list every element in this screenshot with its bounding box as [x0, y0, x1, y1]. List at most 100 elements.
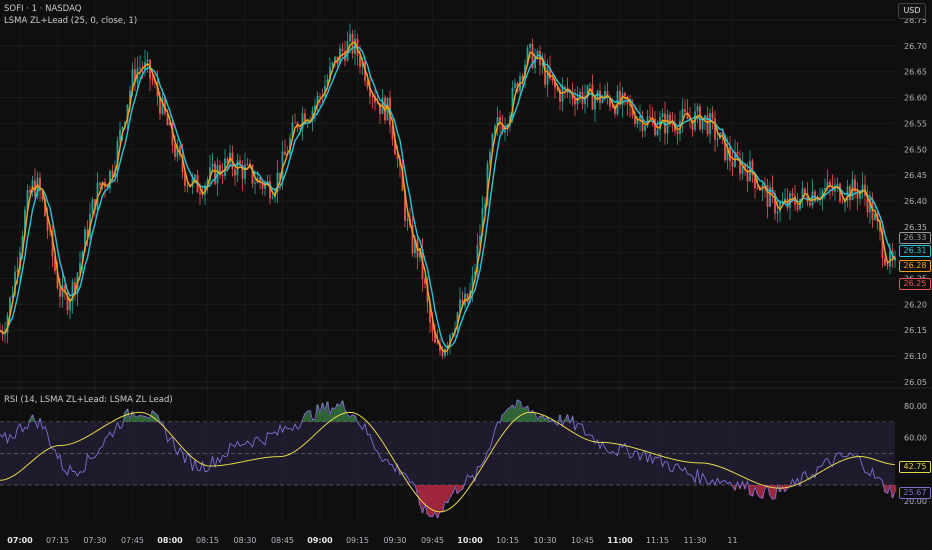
y-tick-label: 26.50 [904, 145, 927, 154]
y-tick-label: 26.60 [904, 94, 927, 103]
y-tick-label: 26.15 [904, 326, 927, 335]
currency-button[interactable]: USD [898, 3, 926, 19]
candle-body [214, 163, 216, 184]
candle-body [406, 218, 409, 221]
candle-body [594, 98, 596, 110]
x-tick-label: 07:30 [83, 536, 106, 545]
candle-body [441, 350, 444, 356]
candle-body [221, 174, 224, 177]
x-tick-label: 10:30 [533, 536, 556, 545]
candle-body [644, 125, 646, 131]
x-tick-label: 11:15 [646, 536, 669, 545]
candle-body [174, 144, 176, 157]
x-tick-label: 10:00 [457, 536, 483, 545]
candle-body [91, 199, 94, 214]
candle-body [731, 161, 734, 167]
x-tick-label: 09:30 [383, 536, 406, 545]
y-tick-label: 26.45 [904, 171, 927, 180]
candle-body [701, 118, 704, 130]
y-tick-label: 26.55 [904, 119, 927, 128]
y-tick-label: 26.70 [904, 42, 927, 51]
candle-body [319, 95, 321, 97]
candle-body [561, 87, 564, 102]
candle-body [29, 189, 31, 193]
y-tick-label: 26.20 [904, 300, 927, 309]
candle-body [776, 211, 779, 214]
candle-body [371, 96, 374, 98]
rsi-legend[interactable]: RSI (14, LSMA ZL+Lead: LSMA ZL Lead) [4, 394, 173, 406]
x-tick-label: 07:45 [121, 536, 144, 545]
candle-body [791, 193, 794, 196]
candle-body [529, 43, 531, 48]
candle-body [99, 182, 101, 186]
candle-body [211, 163, 214, 168]
candle-body [889, 251, 891, 267]
x-tick-label: 11:30 [683, 536, 706, 545]
x-tick-label: 07:15 [46, 536, 69, 545]
price-label-close: 26.25 [899, 278, 931, 290]
candle-body [706, 115, 709, 135]
candle-body [886, 264, 889, 267]
x-tick-label: 09:15 [346, 536, 369, 545]
candle-body [711, 113, 714, 119]
candle-body [69, 301, 71, 311]
candle-body [234, 169, 236, 176]
candle-body [756, 188, 759, 189]
y-tick-label: 26.05 [904, 378, 927, 387]
candle-body [624, 93, 626, 97]
x-tick-label: 09:00 [307, 536, 333, 545]
candle-body [244, 164, 246, 179]
candle-body [796, 204, 799, 210]
x-tick-label: 08:00 [157, 536, 183, 545]
candle-body [146, 59, 149, 62]
candle-body [656, 129, 659, 136]
candle-body [199, 192, 201, 194]
candle-body [589, 84, 591, 86]
price-label-last: 26.33 [899, 232, 931, 244]
candle-body [59, 288, 61, 297]
candle-body [284, 151, 286, 156]
candle-body [271, 197, 274, 199]
candle-body [684, 109, 686, 112]
x-tick-label: 08:15 [196, 536, 219, 545]
candle-body [716, 139, 719, 140]
candle-body [574, 98, 576, 105]
candle-body [676, 131, 679, 134]
x-tick-label: 11:00 [607, 536, 633, 545]
rsi-label-signal: 42.75 [899, 461, 931, 473]
candle-body [809, 202, 811, 206]
candle-body [714, 118, 716, 140]
price-label-lead: 26.28 [899, 260, 931, 272]
candle-body [186, 185, 189, 187]
candle-body [884, 258, 886, 265]
chart-canvas[interactable]: 26.7526.7026.6526.6026.5526.5026.4526.40… [0, 0, 932, 550]
candle-body [564, 87, 566, 88]
candle-body [436, 342, 439, 344]
rsi-tick-label: 80.00 [904, 402, 927, 411]
candle-body [294, 122, 296, 124]
candle-body [601, 97, 604, 103]
candle-body [341, 48, 344, 51]
y-tick-label: 26.10 [904, 352, 927, 361]
candle-body [804, 188, 806, 194]
candle-body [246, 163, 249, 165]
x-tick-label: 10:15 [496, 536, 519, 545]
candle-body [254, 182, 256, 184]
candle-body [696, 106, 699, 112]
candle-body [224, 158, 226, 177]
candle-body [836, 183, 839, 186]
candle-body [349, 33, 351, 42]
candle-body [194, 175, 196, 179]
candle-body [661, 113, 664, 118]
y-tick-label: 26.35 [904, 223, 927, 232]
rsi-tick-label: 60.00 [904, 434, 927, 443]
candle-body [546, 67, 549, 85]
x-tick-label: 08:45 [271, 536, 294, 545]
lsma-zl-line [0, 45, 896, 349]
indicator-legend[interactable]: LSMA ZL+Lead (25, 0, close, 1) [4, 15, 137, 27]
candle-body [591, 84, 594, 110]
candle-body [119, 129, 121, 141]
x-tick-label: 11 [727, 536, 737, 545]
lsma-lead-line [0, 41, 896, 353]
candle-body [841, 201, 844, 203]
